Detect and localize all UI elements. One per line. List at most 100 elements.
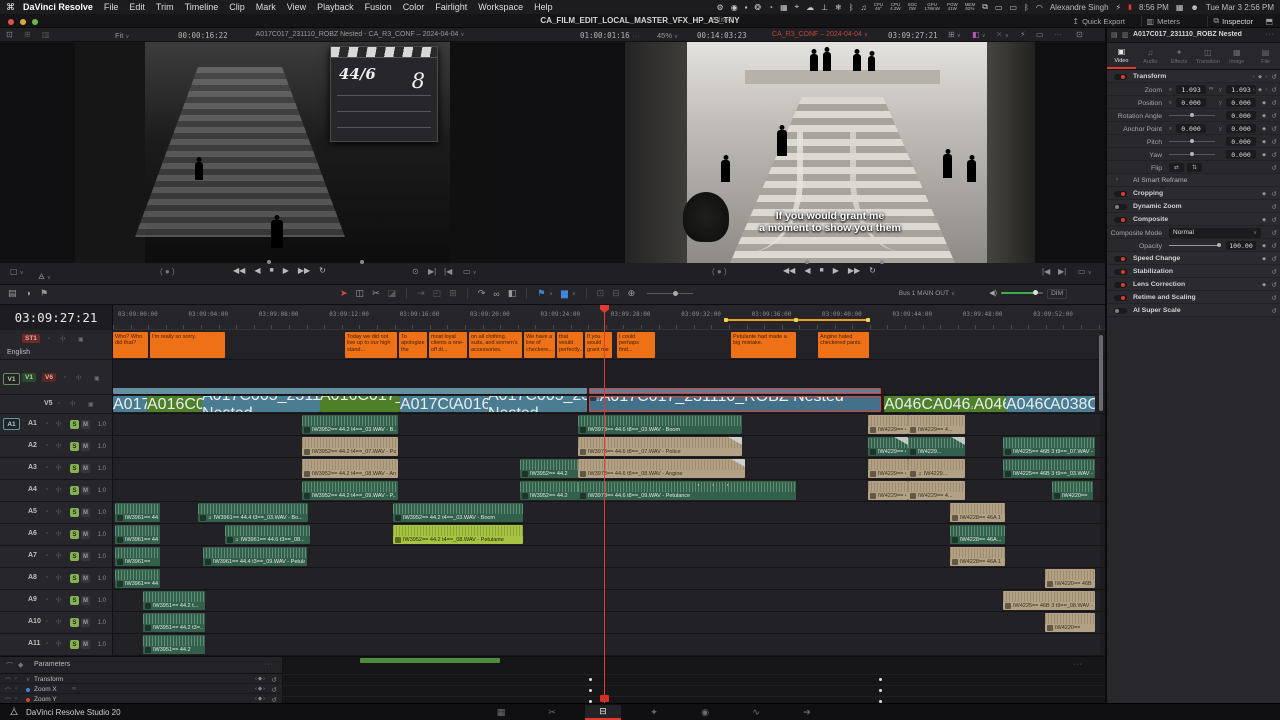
keyframe-area-grip[interactable]: ···	[1073, 661, 1083, 668]
audio-clip[interactable]: IW4228== 46A 1	[950, 547, 1005, 566]
viewer-scrub-marker[interactable]	[805, 260, 809, 264]
settings-icon[interactable]: ⚙	[717, 3, 724, 12]
loop-button[interactable]: ↻	[869, 266, 876, 275]
stop-button[interactable]: ■	[819, 267, 823, 274]
yaw-value[interactable]: 0.000	[1226, 150, 1256, 159]
audio-clip[interactable]: IW3952== 44.2 t4==_08.WAV - Petulante	[393, 525, 523, 544]
goto-out-icon[interactable]: ▶|	[428, 267, 436, 276]
auto-select-icon[interactable]: ‹|›	[56, 575, 62, 581]
music-icon[interactable]: ♫	[861, 3, 867, 12]
toggle-speed-change[interactable]	[1114, 256, 1127, 262]
notifications-icon[interactable]: ◔	[768, 3, 773, 12]
page-fairlight[interactable]: ∿	[738, 705, 774, 720]
audio-clip[interactable]: ♫IW3961== 44.4 t3==_03.WAV - Bo...	[198, 503, 308, 522]
keyframe-area[interactable]: ···	[283, 657, 1105, 704]
insert-clip-icon[interactable]: ⇥	[417, 288, 425, 299]
subtitle-clip[interactable]: Who? Who did that?	[113, 332, 148, 358]
multi-view-icon[interactable]: ⊞	[24, 30, 31, 39]
parameter-row-transform[interactable]: ⌒▫∨Transform‹◆›↺	[0, 674, 283, 684]
sync-lock-icon[interactable]: ◧∨	[972, 30, 986, 39]
subtitle-clip[interactable]: Petulante had made a big mistake.	[731, 332, 796, 358]
match-frame-icon[interactable]: ⊙	[412, 267, 419, 276]
apple-menu-icon[interactable]: ⌘	[6, 2, 15, 13]
audio-track-label[interactable]: A11	[28, 640, 40, 647]
timeline-zoom-custom-icon[interactable]: ⊕	[628, 288, 636, 299]
auto-select-icon[interactable]: ‹|›	[76, 375, 82, 381]
keyboard-icon[interactable]: ▦	[1176, 3, 1184, 12]
track-header-a3[interactable]: A3▫‹|›SM1.0	[0, 458, 113, 479]
audio-clip[interactable]: IW3961== 44.4	[115, 569, 160, 588]
audio-clip[interactable]: IW4225== 46B 3 t9==_03.WAV - B...	[1003, 459, 1095, 478]
curve-editor-icon[interactable]: ⌒	[6, 661, 13, 671]
inspector-tab-file[interactable]: ▤File	[1251, 43, 1280, 69]
battery-icon[interactable]: ⚡	[1116, 3, 1122, 12]
auto-select-icon[interactable]: ‹|›	[56, 487, 62, 493]
inspector-tab-effects[interactable]: ✦Effects	[1165, 43, 1194, 69]
audio-clip[interactable]: IW3961== 44.4	[115, 503, 160, 522]
position-y-value[interactable]: 0.000	[1226, 98, 1256, 107]
inspector-row-cropping[interactable]: Cropping◆↺	[1107, 187, 1280, 200]
page-color[interactable]: ◉	[687, 705, 723, 720]
video-clip[interactable]: A017C0...	[113, 396, 147, 412]
mute-button[interactable]: M	[81, 486, 90, 495]
video-destination-badge-v1[interactable]: V1	[3, 373, 20, 385]
rotation-angle-value[interactable]: 0.000	[1226, 111, 1256, 120]
track-lock-icon[interactable]: ▫	[46, 465, 48, 471]
left-viewer-clip-title[interactable]: A017C017_231110_ROBZ Nested - CA_R3_CONF…	[255, 31, 465, 38]
audio-clip[interactable]: IW4229== 4...	[908, 415, 965, 434]
auto-select-icon[interactable]: ‹|›	[56, 619, 62, 625]
source-viewer-icon[interactable]: ⊡	[6, 30, 13, 39]
page-cut[interactable]: ✂	[534, 705, 570, 720]
menu-mark[interactable]: Mark	[256, 2, 276, 12]
mute-button[interactable]: M	[81, 530, 90, 539]
play-button[interactable]: ▶	[833, 266, 839, 275]
crop-tool-icon[interactable]: ▭	[1036, 30, 1044, 39]
mic-icon[interactable]: ⌖	[795, 2, 800, 12]
mute-button[interactable]: M	[81, 442, 90, 451]
page-fusion[interactable]: ✦	[636, 705, 672, 720]
playhead[interactable]	[604, 311, 605, 703]
flag-clip-icon[interactable]: ⚑	[40, 288, 48, 299]
track-header-a4[interactable]: A4▫‹|›SM1.0	[0, 480, 113, 501]
video-clip[interactable]: A016C016_231110...	[147, 396, 202, 412]
display-mirror-icon[interactable]: ⧉	[982, 2, 988, 12]
opacity-slider[interactable]	[1169, 245, 1219, 246]
track-lock-icon[interactable]: ▫	[46, 575, 48, 581]
inspector-row-stabilization[interactable]: Stabilization↺	[1107, 265, 1280, 278]
reset-icon[interactable]: ↺	[272, 676, 277, 684]
acquire-grab-still-icon[interactable]: ◑	[26, 288, 31, 299]
inspector-row-rotation-angle[interactable]: Rotation Angle0.000◆↺	[1107, 109, 1280, 122]
add-marker-icon[interactable]: ▆	[561, 288, 568, 299]
inspector-button[interactable]: ⧉Inspector	[1207, 16, 1258, 27]
video-clip[interactable]: A016C0...	[453, 396, 488, 412]
video-clip[interactable]: A017C005_231110_ROBZ Nested	[202, 396, 320, 412]
quick-export-button[interactable]: ↥Quick Export	[1067, 16, 1130, 27]
track-lock-icon[interactable]: ▫	[46, 443, 48, 449]
rotation-angle-slider[interactable]	[1169, 115, 1215, 116]
solo-button[interactable]: S	[70, 508, 79, 517]
goto-out-icon-right[interactable]: ▶|	[1058, 267, 1066, 276]
track-header-a6[interactable]: A6▫‹|›SM1.0	[0, 524, 113, 545]
keyframe-dot[interactable]	[589, 678, 592, 681]
viewer-scrub-marker[interactable]	[267, 260, 271, 264]
right-viewer-display-icon[interactable]: ▭∨	[1078, 267, 1092, 276]
mute-button[interactable]: M	[81, 552, 90, 561]
mute-button[interactable]: M	[81, 640, 90, 649]
auto-select-icon[interactable]: ‹|›	[56, 553, 62, 559]
parameter-row-zoom-x[interactable]: ⌒▫Zoom X∞‹◆›↺	[0, 684, 283, 694]
keyframe-dot[interactable]	[879, 689, 882, 692]
flag-marker-dropdown[interactable]: ∨	[549, 291, 553, 297]
menu-help[interactable]: Help	[534, 2, 553, 12]
transition-preset-icon[interactable]: ✕∨	[996, 30, 1009, 39]
screen-record-icon[interactable]: ◉	[731, 3, 738, 12]
solo-button[interactable]: S	[70, 442, 79, 451]
goto-in-icon-right[interactable]: |◀	[1042, 267, 1050, 276]
track-type-icon[interactable]: ▣	[94, 375, 100, 382]
wifi-icon[interactable]: ◠	[1036, 3, 1043, 12]
audio-clip[interactable]: IW4228== 46A...	[950, 525, 1005, 544]
track-type-icon[interactable]: ▣	[88, 401, 94, 408]
audio-clip[interactable]: ♫IW4229...	[908, 459, 965, 478]
audio-clip[interactable]: IW4229== 46A 1	[868, 415, 908, 434]
right-viewer-zoom-select[interactable]: 45%∨	[657, 31, 678, 40]
audio-clip[interactable]: IW3952== 44.2 t4==_07.WAV - Police	[302, 437, 398, 456]
